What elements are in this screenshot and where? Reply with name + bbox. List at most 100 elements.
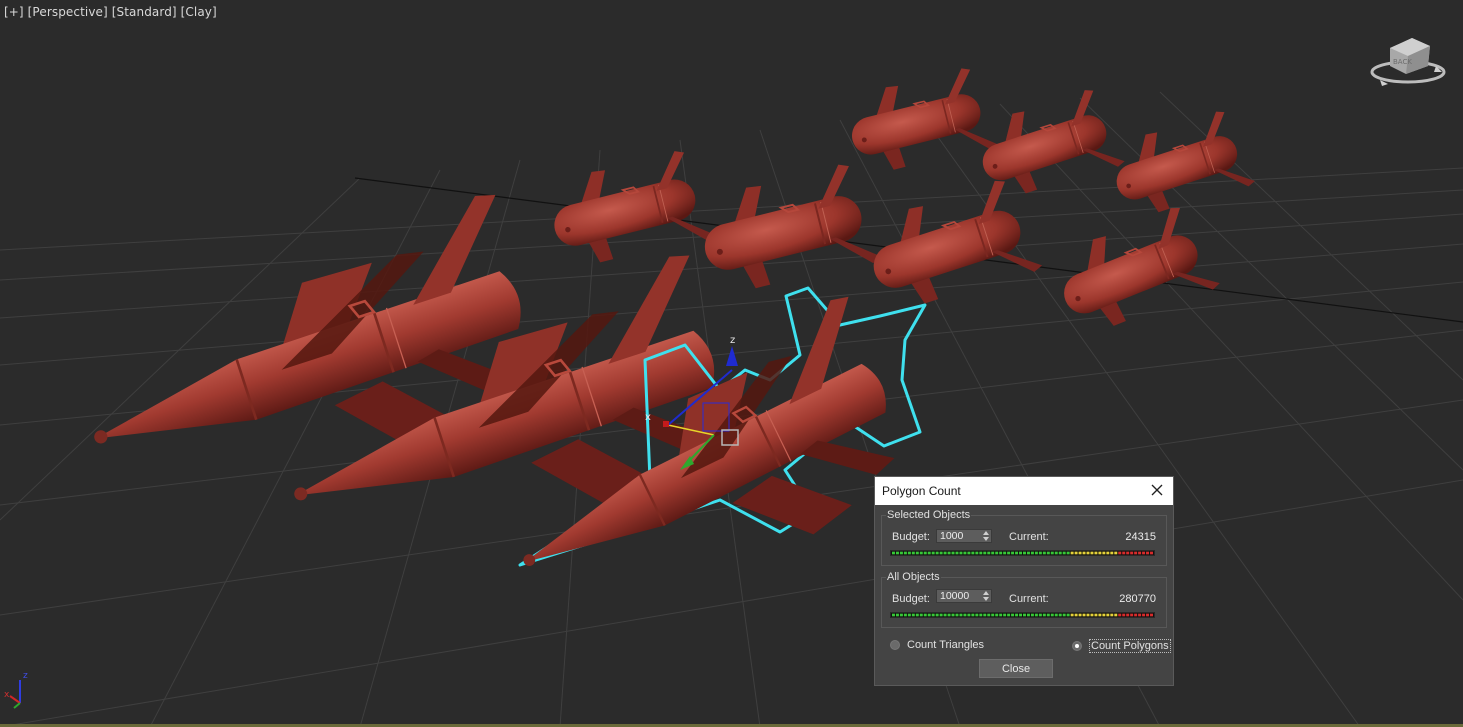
meter-segment <box>907 613 911 617</box>
selected-budget-value: 1000 <box>940 530 964 542</box>
meter-segment <box>1142 551 1146 555</box>
meter-segment <box>1078 551 1082 555</box>
meter-segment <box>1098 613 1102 617</box>
meter-segment <box>943 551 947 555</box>
meter-segment <box>1138 613 1142 617</box>
meter-segment <box>999 551 1003 555</box>
meter-segment <box>971 551 975 555</box>
meter-segment <box>907 551 911 555</box>
meter-segment <box>983 613 987 617</box>
meter-segment <box>1078 613 1082 617</box>
bomb-model[interactable] <box>542 145 716 276</box>
viewport-scene[interactable]: x z BACK z x <box>0 0 1463 727</box>
meter-segment <box>947 551 951 555</box>
current-label: Current: <box>1009 593 1049 605</box>
meter-segment <box>1094 613 1098 617</box>
viewport-plus-menu[interactable]: [+] <box>4 5 24 19</box>
meter-segment <box>1022 551 1026 555</box>
bomb-model[interactable] <box>691 158 884 303</box>
meter-segment <box>1110 613 1114 617</box>
all-objects-label: All Objects <box>886 571 941 583</box>
gizmo-x-label: x <box>645 412 651 423</box>
meter-segment <box>1054 551 1058 555</box>
polygon-count-dialog: Polygon Count Selected Objects Budget: 1… <box>874 476 1174 686</box>
meter-segment <box>1003 551 1007 555</box>
meter-segment <box>1046 551 1050 555</box>
meter-segment <box>959 551 963 555</box>
meter-segment <box>1019 613 1023 617</box>
meter-segment <box>1007 613 1011 617</box>
meter-segment <box>1062 613 1066 617</box>
meter-segment <box>1026 613 1030 617</box>
meter-segment <box>919 613 923 617</box>
meter-segment <box>915 551 919 555</box>
meter-segment <box>1058 613 1062 617</box>
viewport-pov-menu[interactable]: [Perspective] <box>28 5 108 19</box>
meter-segment <box>1130 551 1134 555</box>
meter-segment <box>951 551 955 555</box>
count-polygons-radio[interactable]: Count Polygons <box>1072 639 1171 653</box>
close-icon[interactable] <box>1149 482 1165 498</box>
meter-segment <box>1042 613 1046 617</box>
meter-segment <box>1030 551 1034 555</box>
spinner-arrows-icon[interactable] <box>983 531 989 541</box>
meter-segment <box>967 613 971 617</box>
meter-segment <box>1086 613 1090 617</box>
all-budget-spinner[interactable]: 10000 <box>936 589 992 603</box>
meter-segment <box>1150 613 1154 617</box>
bomb-model[interactable] <box>841 63 999 182</box>
tripod-z-label: z <box>23 671 28 681</box>
meter-segment <box>1022 613 1026 617</box>
meter-segment <box>995 613 999 617</box>
selected-budget-spinner[interactable]: 1000 <box>936 529 992 543</box>
meter-segment <box>1126 613 1130 617</box>
meter-segment <box>899 613 903 617</box>
meter-segment <box>891 613 895 617</box>
close-button[interactable]: Close <box>979 659 1053 678</box>
perspective-viewport[interactable]: x z BACK z x [+] [Perspective] [Standard… <box>0 0 1463 727</box>
meter-segment <box>1102 613 1106 617</box>
meter-segment <box>1130 613 1134 617</box>
meter-segment <box>1138 551 1142 555</box>
count-triangles-radio[interactable]: Count Triangles <box>890 639 984 651</box>
meter-segment <box>1074 551 1078 555</box>
meter-segment <box>1082 613 1086 617</box>
viewport-shading-menu[interactable]: [Clay] <box>181 5 217 19</box>
meter-segment <box>1054 613 1058 617</box>
meter-segment <box>1046 613 1050 617</box>
meter-segment <box>1011 613 1015 617</box>
meter-segment <box>939 613 943 617</box>
meter-segment <box>1114 551 1118 555</box>
viewcube[interactable]: BACK <box>1370 38 1446 86</box>
spinner-arrows-icon[interactable] <box>983 591 989 601</box>
meter-segment <box>1090 613 1094 617</box>
viewport-standard-menu[interactable]: [Standard] <box>112 5 177 19</box>
meter-segment <box>963 613 967 617</box>
meter-segment <box>1142 613 1146 617</box>
all-current-value: 280770 <box>1119 593 1156 605</box>
meter-segment <box>1122 613 1126 617</box>
meter-segment <box>915 613 919 617</box>
meter-segment <box>935 551 939 555</box>
meter-segment <box>1015 551 1019 555</box>
meter-segment <box>1038 551 1042 555</box>
meter-segment <box>1122 551 1126 555</box>
count-polygons-label: Count Polygons <box>1089 639 1171 653</box>
radio-dot-icon[interactable] <box>890 640 900 650</box>
meter-segment <box>1007 551 1011 555</box>
meter-segment <box>1106 613 1110 617</box>
meter-segment <box>955 613 959 617</box>
dialog-titlebar[interactable]: Polygon Count <box>875 477 1173 505</box>
meter-segment <box>1134 613 1138 617</box>
meter-segment <box>1038 613 1042 617</box>
meter-segment <box>1074 613 1078 617</box>
meter-segment <box>959 613 963 617</box>
meter-segment <box>1026 551 1030 555</box>
meter-segment <box>967 551 971 555</box>
radio-dot-selected-icon[interactable] <box>1072 641 1082 651</box>
meter-segment <box>911 613 915 617</box>
selected-polygon-meter <box>890 550 1155 556</box>
gizmo-z-label: z <box>730 335 735 346</box>
meter-segment <box>1094 551 1098 555</box>
meter-segment <box>983 551 987 555</box>
